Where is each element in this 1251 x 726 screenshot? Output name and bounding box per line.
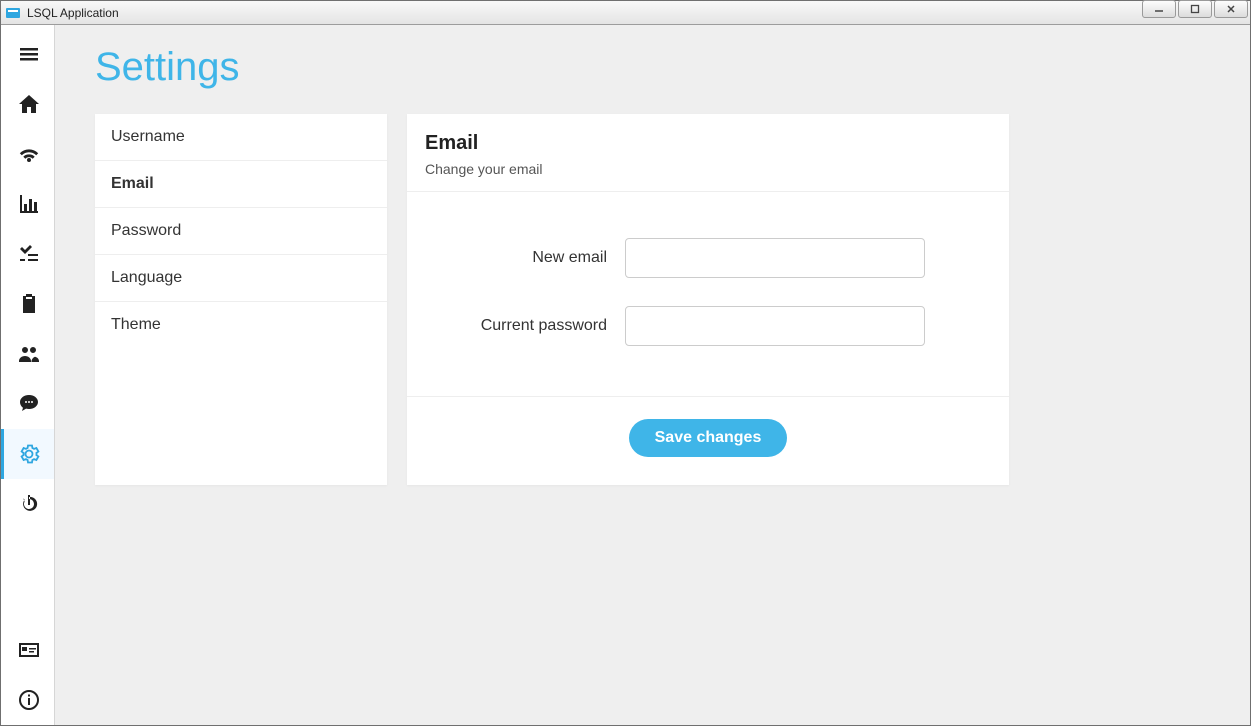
settings-tabs: Username Email Password Language Theme (95, 114, 387, 485)
tab-language[interactable]: Language (95, 255, 387, 302)
window-title: LSQL Application (27, 6, 119, 20)
tab-username[interactable]: Username (95, 114, 387, 161)
sidebar-item-checklist[interactable] (1, 229, 54, 279)
menu-icon (17, 42, 41, 66)
titlebar: LSQL Application (1, 1, 1250, 25)
app-body: Settings Username Email Password Languag… (1, 25, 1250, 725)
bar-chart-icon (17, 192, 41, 216)
sidebar-item-wifi[interactable] (1, 129, 54, 179)
page-title: Settings (95, 45, 1210, 90)
card-icon (17, 638, 41, 662)
tab-password[interactable]: Password (95, 208, 387, 255)
divider (407, 396, 1009, 397)
tab-theme[interactable]: Theme (95, 302, 387, 348)
wifi-icon (17, 142, 41, 166)
app-window: LSQL Application (0, 0, 1251, 726)
minimize-button[interactable] (1142, 0, 1176, 18)
settings-panel: Email Change your email New email Curren… (407, 114, 1009, 485)
settings-layout: Username Email Password Language Theme E… (95, 114, 1210, 485)
chat-icon (17, 392, 41, 416)
row-new-email: New email (445, 238, 971, 278)
new-email-input[interactable] (625, 238, 925, 278)
label-new-email: New email (445, 249, 625, 267)
checklist-icon (17, 242, 41, 266)
row-current-password: Current password (445, 306, 971, 346)
clipboard-icon (17, 292, 41, 316)
window-controls (1142, 0, 1248, 18)
panel-title: Email (425, 132, 991, 155)
maximize-button[interactable] (1178, 0, 1212, 18)
form-area: New email Current password (425, 192, 991, 390)
label-current-password: Current password (445, 317, 625, 335)
sidebar (1, 25, 55, 725)
home-icon (17, 92, 41, 116)
tab-email[interactable]: Email (95, 161, 387, 208)
sidebar-item-card[interactable] (1, 625, 54, 675)
save-button[interactable]: Save changes (629, 419, 788, 457)
sidebar-item-home[interactable] (1, 79, 54, 129)
sidebar-item-chat[interactable] (1, 379, 54, 429)
current-password-input[interactable] (625, 306, 925, 346)
sidebar-item-clipboard[interactable] (1, 279, 54, 329)
app-icon (5, 5, 21, 21)
main-content: Settings Username Email Password Languag… (55, 25, 1250, 725)
sidebar-item-info[interactable] (1, 675, 54, 725)
gear-icon (17, 442, 41, 466)
sidebar-item-power[interactable] (1, 479, 54, 529)
sidebar-item-users[interactable] (1, 329, 54, 379)
users-icon (17, 342, 41, 366)
sidebar-item-settings[interactable] (1, 429, 54, 479)
panel-subtitle: Change your email (425, 161, 991, 177)
sidebar-item-menu[interactable] (1, 29, 54, 79)
sidebar-item-chart[interactable] (1, 179, 54, 229)
close-button[interactable] (1214, 0, 1248, 18)
power-icon (17, 492, 41, 516)
info-icon (17, 688, 41, 712)
